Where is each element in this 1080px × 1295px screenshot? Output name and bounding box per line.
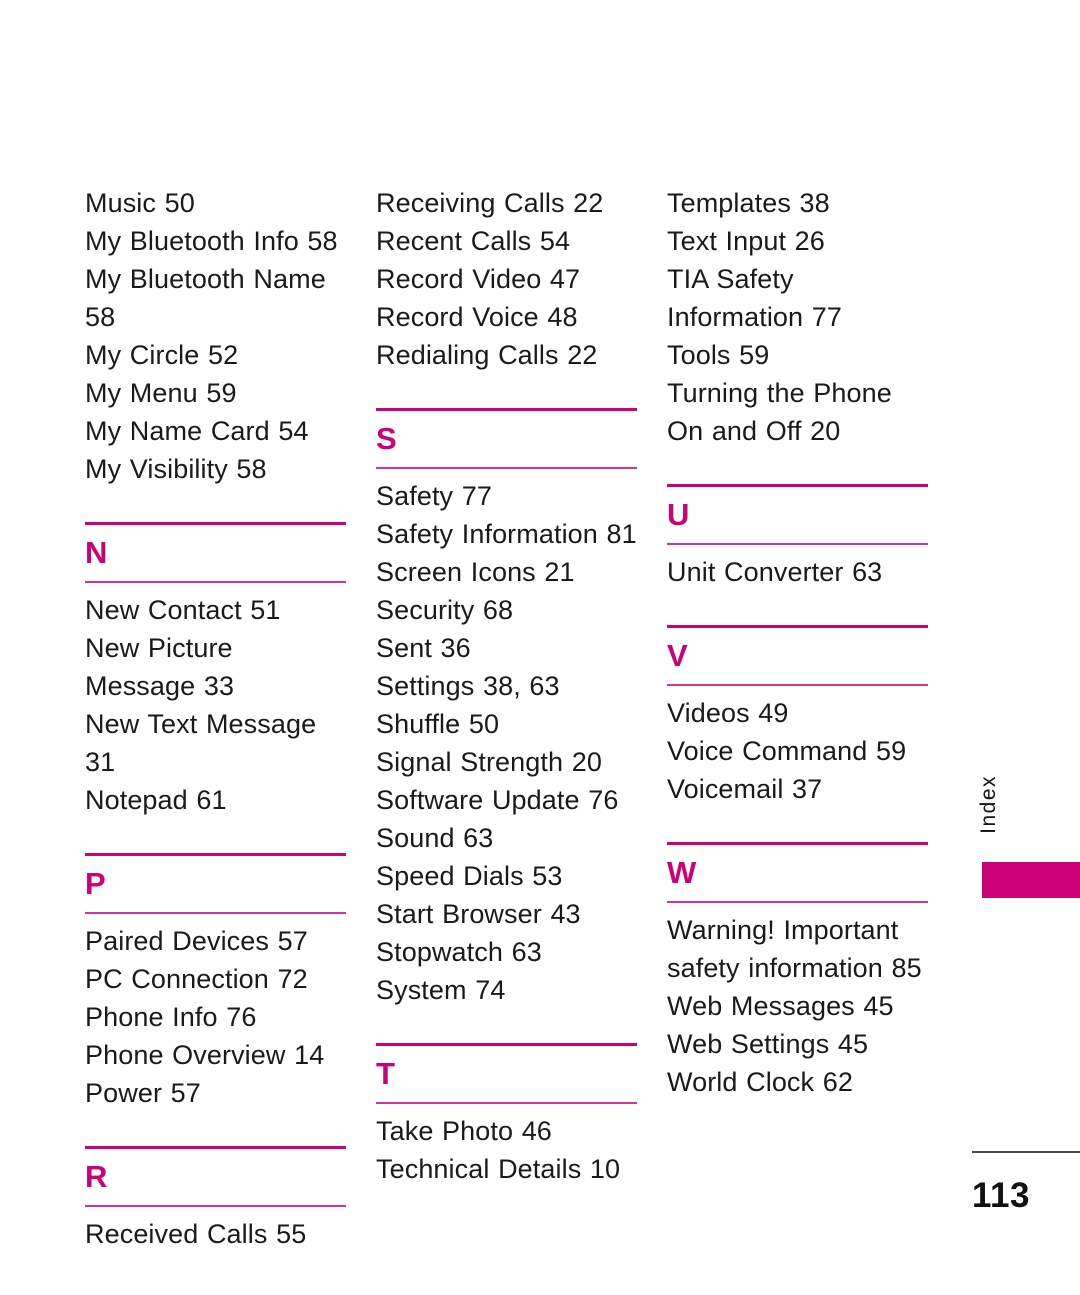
index-entry[interactable]: Safety Information 81 [376, 515, 637, 553]
page-number: 113 [972, 1176, 1030, 1215]
index-entry[interactable]: My Name Card 54 [85, 412, 346, 450]
section-heading-w: W [667, 842, 928, 903]
index-entry[interactable]: Power 57 [85, 1074, 346, 1112]
index-entry[interactable]: Received Calls 55 [85, 1215, 346, 1253]
index-entry[interactable]: Screen Icons 21 [376, 553, 637, 591]
index-entry[interactable]: Phone Overview 14 [85, 1036, 346, 1074]
index-entry[interactable]: PC Connection 72 [85, 960, 346, 998]
section-heading-p: P [85, 853, 346, 914]
index-entry-list: Warning! Important safety information 85… [667, 909, 928, 1101]
index-entry[interactable]: Speed Dials 53 [376, 857, 637, 895]
index-entry[interactable]: Sound 63 [376, 819, 637, 857]
index-entry-list: Received Calls 55 [85, 1213, 346, 1253]
index-entry[interactable]: Phone Info 76 [85, 998, 346, 1036]
index-entry[interactable]: Tools 59 [667, 336, 928, 374]
index-entry[interactable]: My Circle 52 [85, 336, 346, 374]
section-heading-s: S [376, 408, 637, 469]
section-heading-n: N [85, 522, 346, 583]
section-letter: P [85, 866, 107, 901]
section-rule-bottom [376, 467, 637, 469]
index-tab-label: Index [977, 775, 1000, 834]
index-entry-list: Unit Converter 63 [667, 551, 928, 591]
section-letter: T [376, 1056, 396, 1091]
index-entry[interactable]: Redialing Calls 22 [376, 336, 637, 374]
index-entry[interactable]: Templates 38 [667, 184, 928, 222]
index-entry[interactable]: My Bluetooth Info 58 [85, 222, 346, 260]
index-entry[interactable]: Receiving Calls 22 [376, 184, 637, 222]
index-entry[interactable]: System 74 [376, 971, 637, 1009]
section-rule-bottom [667, 543, 928, 545]
section-letter: U [667, 497, 690, 532]
section-letter: N [85, 535, 108, 570]
section-rule-bottom [85, 1205, 346, 1207]
index-entry[interactable]: Unit Converter 63 [667, 553, 928, 591]
index-entry-list: Take Photo 46 Technical Details 10 [376, 1110, 637, 1188]
index-entry[interactable]: New Picture Message 33 [85, 629, 346, 705]
section-letter: S [376, 421, 398, 456]
index-entry[interactable]: Technical Details 10 [376, 1150, 637, 1188]
index-entry[interactable]: New Contact 51 [85, 591, 346, 629]
section-rule-bottom [667, 901, 928, 903]
index-entry[interactable]: Turning the Phone On and Off 20 [667, 374, 928, 450]
index-entry[interactable]: Warning! Important safety information 85 [667, 911, 928, 987]
section-heading-u: U [667, 484, 928, 545]
index-entry-list: Receiving Calls 22 Recent Calls 54 Record … [376, 182, 637, 374]
column-1: Music 50 My Bluetooth Info 58 My Bluetooth… [85, 182, 346, 1253]
section-heading-v: V [667, 625, 928, 686]
section-rule-bottom [85, 581, 346, 583]
index-entry[interactable]: Signal Strength 20 [376, 743, 637, 781]
index-entry-list: New Contact 51 New Picture Message 33 New … [85, 589, 346, 819]
section-rule-bottom [376, 1102, 637, 1104]
section-rule-bottom [667, 684, 928, 686]
index-entry[interactable]: Record Video 47 [376, 260, 637, 298]
index-entry[interactable]: TIA Safety Information 77 [667, 260, 928, 336]
index-entry[interactable]: Text Input 26 [667, 222, 928, 260]
section-rule-bottom [85, 912, 346, 914]
index-entry[interactable]: Videos 49 [667, 694, 928, 732]
index-entry-list: Safety 77 Safety Information 81 Screen Ico… [376, 475, 637, 1009]
section-letter: R [85, 1159, 108, 1194]
column-2: Receiving Calls 22 Recent Calls 54 Record … [376, 182, 637, 1188]
section-heading-r: R [85, 1146, 346, 1207]
index-entry[interactable]: Stopwatch 63 [376, 933, 637, 971]
index-entry[interactable]: Record Voice 48 [376, 298, 637, 336]
index-entry[interactable]: Voicemail 37 [667, 770, 928, 808]
index-entry[interactable]: Notepad 61 [85, 781, 346, 819]
section-letter: V [667, 638, 689, 673]
index-tab-marker [982, 862, 1080, 898]
index-entry[interactable]: Sent 36 [376, 629, 637, 667]
index-entry[interactable]: Shuffle 50 [376, 705, 637, 743]
index-entry[interactable]: Safety 77 [376, 477, 637, 515]
index-entry-list: Videos 49 Voice Command 59 Voicemail 37 [667, 692, 928, 808]
index-entry[interactable]: Recent Calls 54 [376, 222, 637, 260]
index-entry[interactable]: My Bluetooth Name 58 [85, 260, 346, 336]
index-entry[interactable]: Settings 38, 63 [376, 667, 637, 705]
index-entry[interactable]: Take Photo 46 [376, 1112, 637, 1150]
section-letter: W [667, 855, 697, 890]
index-entry[interactable]: Music 50 [85, 184, 346, 222]
index-entry[interactable]: Web Messages 45 [667, 987, 928, 1025]
footer-divider [972, 1151, 1080, 1153]
index-columns: Music 50 My Bluetooth Info 58 My Bluetooth… [85, 182, 930, 1253]
index-entry[interactable]: Software Update 76 [376, 781, 637, 819]
index-entry[interactable]: My Visibility 58 [85, 450, 346, 488]
index-entry[interactable]: Start Browser 43 [376, 895, 637, 933]
index-entry[interactable]: Paired Devices 57 [85, 922, 346, 960]
index-entry[interactable]: New Text Message 31 [85, 705, 346, 781]
column-3: Templates 38 Text Input 26 TIA Safety Info… [667, 182, 928, 1101]
index-entry[interactable]: My Menu 59 [85, 374, 346, 412]
index-entry[interactable]: Web Settings 45 [667, 1025, 928, 1063]
index-entry[interactable]: Voice Command 59 [667, 732, 928, 770]
section-heading-t: T [376, 1043, 637, 1104]
index-entry[interactable]: Security 68 [376, 591, 637, 629]
index-entry-list: Templates 38 Text Input 26 TIA Safety Info… [667, 182, 928, 450]
index-entry-list: Music 50 My Bluetooth Info 58 My Bluetooth… [85, 182, 346, 488]
index-entry[interactable]: World Clock 62 [667, 1063, 928, 1101]
index-entry-list: Paired Devices 57 PC Connection 72 Phone I… [85, 920, 346, 1112]
index-page: Music 50 My Bluetooth Info 58 My Bluetooth… [0, 0, 1080, 1295]
